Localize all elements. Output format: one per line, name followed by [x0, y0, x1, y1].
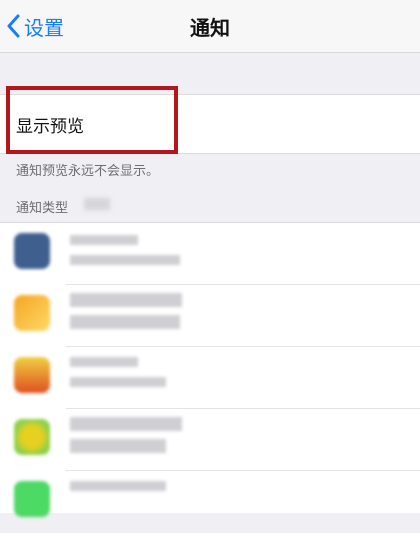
- app-row[interactable]: [0, 223, 420, 285]
- app-list: [0, 222, 420, 517]
- app-icon: [14, 295, 50, 331]
- app-row[interactable]: [0, 285, 420, 347]
- app-name-blur: [70, 417, 182, 431]
- app-icon: [14, 419, 50, 455]
- app-name-blur: [70, 235, 138, 245]
- navigation-bar: 设置 通知: [0, 0, 420, 53]
- page-title: 通知: [190, 16, 230, 40]
- preview-footnote: 通知预览永远不会显示。: [16, 164, 160, 179]
- notification-types-header: 通知类型: [16, 201, 69, 216]
- app-row[interactable]: [0, 471, 420, 533]
- app-row[interactable]: [0, 409, 420, 471]
- section-header-blur: [84, 198, 110, 210]
- app-status-blur: [70, 315, 180, 329]
- highlight-annotation-box: [6, 86, 178, 154]
- app-icon: [14, 233, 50, 269]
- app-status-blur: [70, 255, 180, 265]
- app-row[interactable]: [0, 347, 420, 409]
- app-icon: [14, 357, 50, 393]
- app-status-blur: [70, 439, 166, 453]
- app-name-blur: [70, 293, 182, 307]
- app-status-blur: [70, 377, 166, 387]
- app-name-blur: [70, 481, 166, 491]
- app-icon: [14, 481, 50, 517]
- app-name-blur: [70, 357, 138, 367]
